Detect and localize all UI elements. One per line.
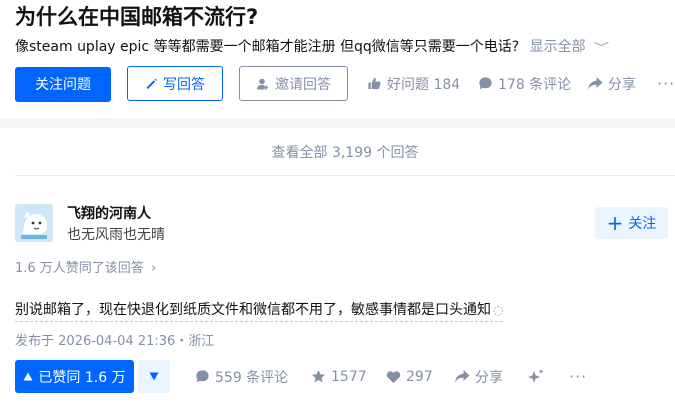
answer-share-button[interactable]: 分享 (454, 360, 503, 393)
question-comments-button[interactable]: 178 条评论 (478, 66, 571, 101)
comment-icon (478, 76, 498, 91)
show-all-label: 显示全部 (529, 39, 586, 55)
view-all-answers-button[interactable]: 查看全部 3,199 个回答 (15, 128, 675, 176)
write-answer-label: 写回答 (163, 76, 205, 93)
question-description: 像steam uplay epic 等等都需要一个邮箱才能注册 但qq微信等只需… (15, 37, 610, 58)
show-all-button[interactable]: 显示全部 ﹀ (529, 39, 610, 55)
invite-answer-button[interactable]: 邀请回答 (239, 66, 348, 101)
like-button[interactable]: 297 (386, 360, 433, 393)
heart-icon (386, 370, 406, 384)
ai-sparkle-button[interactable] (526, 360, 551, 393)
voters-label: 1.6 万人赞同了该回答 (15, 261, 144, 276)
section-divider (0, 118, 675, 128)
downvote-button[interactable] (138, 360, 170, 393)
collect-count: 1577 (331, 368, 367, 385)
star-icon (311, 369, 331, 384)
answer-comments-label: 559 条评论 (215, 369, 289, 386)
question-share-label: 分享 (608, 76, 636, 93)
share-arrow-icon (454, 369, 475, 384)
thumbs-up-icon (367, 76, 387, 91)
follow-author-button[interactable]: + 关注 (595, 207, 668, 239)
published-time: 发布于 2026-04-04 21:36・浙江 (15, 334, 215, 349)
chevron-down-icon: ﹀ (593, 41, 610, 54)
invite-answer-label: 邀请回答 (275, 76, 331, 93)
question-actions: 关注问题 写回答 邀请回答 好问题 184 178 条评论 分享 ··· (15, 66, 674, 102)
question-description-text: 像steam uplay epic 等等都需要一个邮箱才能注册 但qq微信等只需… (15, 39, 520, 55)
triangle-up-icon (23, 372, 33, 381)
chevron-right-icon: › (150, 261, 157, 276)
question-more-button[interactable]: ··· (657, 66, 675, 101)
comment-icon (195, 369, 215, 384)
answer-content-text: 别说邮箱了，现在快退化到纸质文件和微信都不用了，敏感事情都是口头通知 (15, 302, 491, 318)
sparkle-icon (526, 368, 551, 386)
answer-content[interactable]: 别说邮箱了，现在快退化到纸质文件和微信都不用了，敏感事情都是口头通知 ◌ (15, 299, 504, 322)
plus-icon: + (606, 211, 624, 235)
question-title: 为什么在中国邮箱不流行? (15, 5, 259, 29)
write-answer-button[interactable]: 写回答 (127, 66, 223, 101)
question-share-button[interactable]: 分享 (587, 66, 636, 101)
voters-summary[interactable]: 1.6 万人赞同了该回答 › (15, 257, 156, 276)
upvote-label: 已赞同 1.6 万 (38, 369, 126, 386)
invite-user-icon (256, 77, 270, 91)
triangle-down-icon (149, 372, 159, 381)
author-bio: 也无风雨也无晴 (67, 227, 165, 243)
follow-question-button[interactable]: 关注问题 (15, 66, 111, 102)
good-question-label: 好问题 184 (387, 76, 461, 93)
answer-more-button[interactable]: ··· (569, 360, 587, 393)
pencil-icon (145, 77, 158, 90)
answer-share-label: 分享 (475, 369, 503, 386)
like-count: 297 (406, 368, 433, 385)
author-name[interactable]: 飞翔的河南人 (67, 203, 151, 223)
answer-comments-button[interactable]: 559 条评论 (195, 360, 288, 393)
good-question-button[interactable]: 好问题 184 (367, 66, 460, 101)
follow-author-label: 关注 (628, 216, 657, 232)
collect-button[interactable]: 1577 (311, 360, 367, 393)
read-more-icon: ◌ (493, 303, 504, 317)
upvote-button[interactable]: 已赞同 1.6 万 (15, 360, 134, 393)
answer-actions: 已赞同 1.6 万 559 条评论 1577 297 分享 ··· (15, 360, 675, 393)
share-arrow-icon (587, 76, 608, 91)
question-comments-label: 178 条评论 (498, 76, 572, 93)
avatar[interactable] (15, 204, 53, 242)
